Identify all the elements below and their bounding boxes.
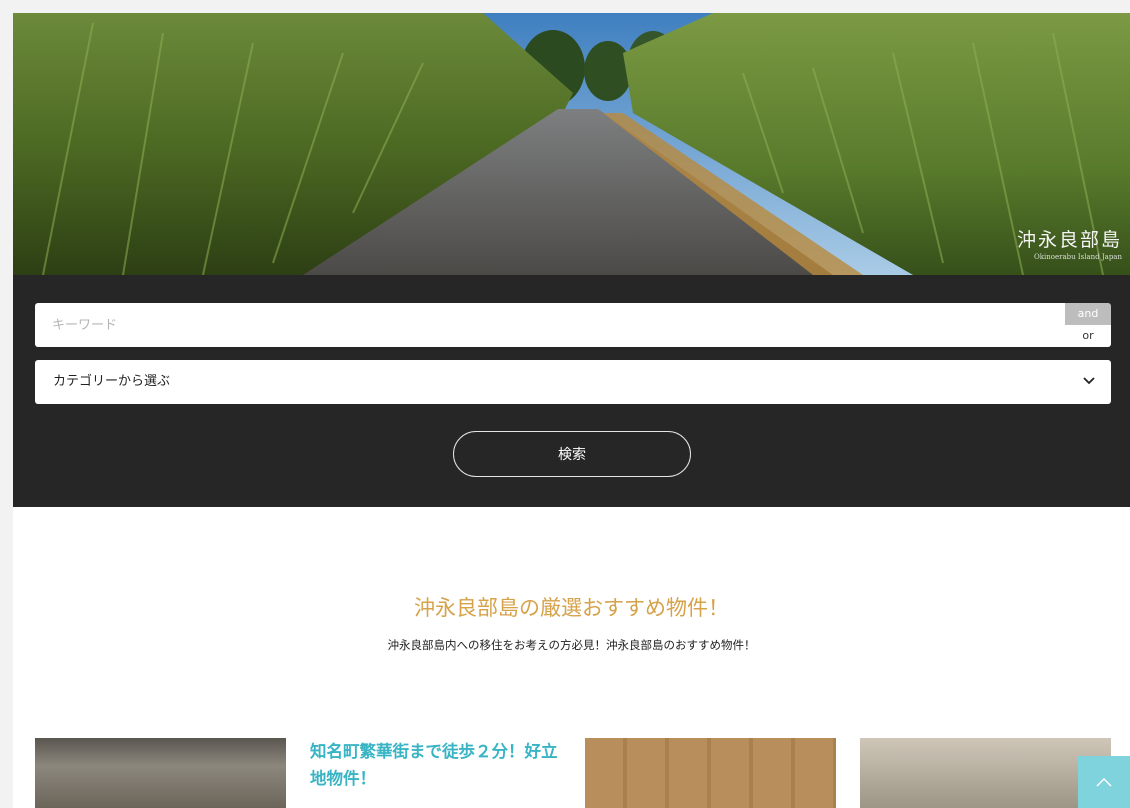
chevron-down-icon bbox=[1083, 377, 1095, 385]
hero-banner: 沖永良部島 Okinoerabu Island Japan bbox=[13, 13, 1130, 275]
section-subtitle: 沖永良部島内への移住をお考えの方必見！沖永良部島のおすすめ物件！ bbox=[387, 638, 756, 652]
search-button[interactable]: 検索 bbox=[453, 431, 691, 477]
island-logo-en: Okinoerabu Island Japan bbox=[1034, 253, 1122, 261]
island-logo: 沖永良部島 Okinoerabu Island Japan bbox=[1017, 229, 1122, 261]
section-title: 沖永良部島の厳選おすすめ物件！ bbox=[414, 596, 729, 620]
category-select-value: カテゴリーから選ぶ bbox=[53, 374, 171, 389]
page: 沖永良部島 Okinoerabu Island Japan and or カテゴ… bbox=[13, 13, 1130, 808]
property-title[interactable]: 知名町繁華街まで徒歩２分！好立地物件！ bbox=[310, 738, 572, 792]
keyword-field bbox=[35, 303, 1065, 347]
island-logo-jp: 沖永良部島 bbox=[1016, 229, 1122, 251]
hero-road-image bbox=[13, 13, 1130, 275]
property-image[interactable] bbox=[35, 738, 286, 808]
search-mode-toggle: and or bbox=[1065, 303, 1111, 347]
property-image[interactable] bbox=[585, 738, 836, 808]
keyword-input[interactable] bbox=[35, 303, 1065, 347]
mode-and-option[interactable]: and bbox=[1065, 303, 1111, 325]
chevron-up-icon bbox=[1096, 777, 1112, 787]
property-image[interactable] bbox=[860, 738, 1111, 808]
back-to-top-button[interactable] bbox=[1078, 756, 1130, 808]
mode-or-option[interactable]: or bbox=[1065, 325, 1111, 347]
category-select[interactable]: カテゴリーから選ぶ bbox=[35, 360, 1111, 404]
search-panel: and or カテゴリーから選ぶ 検索 bbox=[13, 275, 1130, 507]
